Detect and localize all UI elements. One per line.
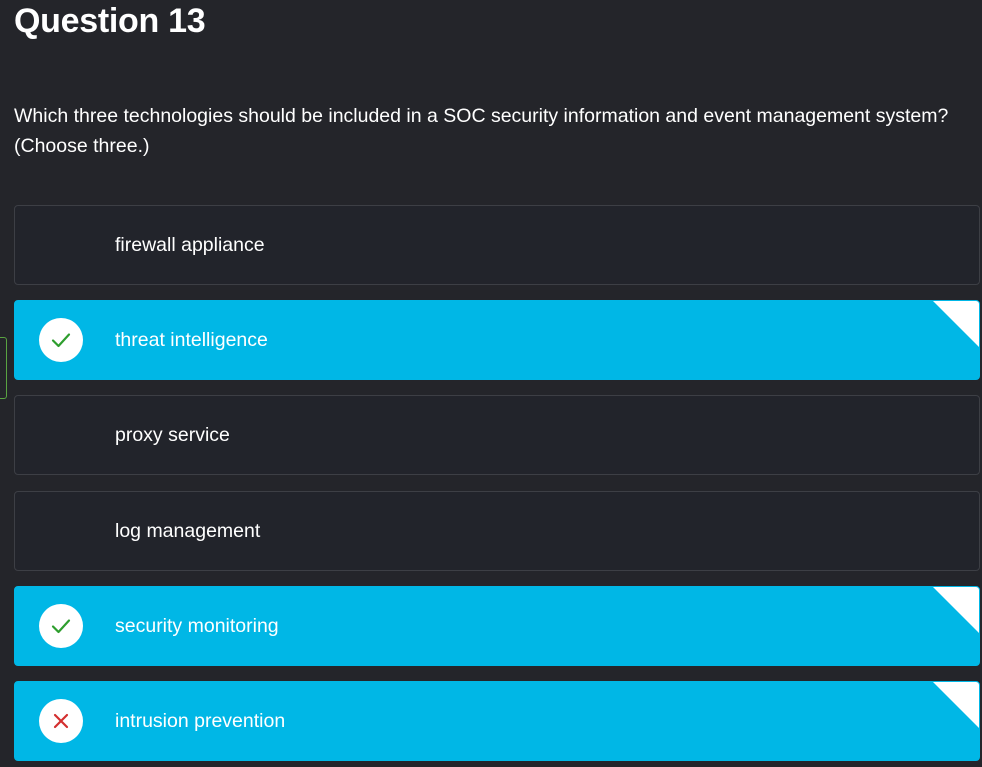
option-label: security monitoring xyxy=(115,615,279,637)
selected-corner-indicator xyxy=(932,301,979,348)
option-security-monitoring[interactable]: security monitoring xyxy=(14,586,980,666)
selected-corner-indicator xyxy=(932,682,979,729)
option-intrusion-prevention[interactable]: intrusion prevention xyxy=(14,681,980,761)
question-text: Which three technologies should be inclu… xyxy=(14,105,949,157)
option-label: proxy service xyxy=(115,424,230,446)
selected-corner-indicator xyxy=(932,587,979,634)
question-title: Question 13 xyxy=(14,2,206,40)
option-proxy-service[interactable]: proxy service xyxy=(14,395,980,475)
question-side-marker xyxy=(0,337,7,399)
option-label: threat intelligence xyxy=(115,329,268,351)
option-threat-intelligence[interactable]: threat intelligence xyxy=(14,300,980,380)
quiz-page: Question 13 Which three technologies sho… xyxy=(0,0,982,767)
cross-icon xyxy=(39,699,83,743)
option-label: intrusion prevention xyxy=(115,710,286,732)
option-label: log management xyxy=(115,520,261,542)
option-log-management[interactable]: log management xyxy=(14,491,980,571)
option-firewall-appliance[interactable]: firewall appliance xyxy=(14,205,980,285)
option-label: firewall appliance xyxy=(115,234,265,256)
check-icon xyxy=(39,318,83,362)
check-icon xyxy=(39,604,83,648)
